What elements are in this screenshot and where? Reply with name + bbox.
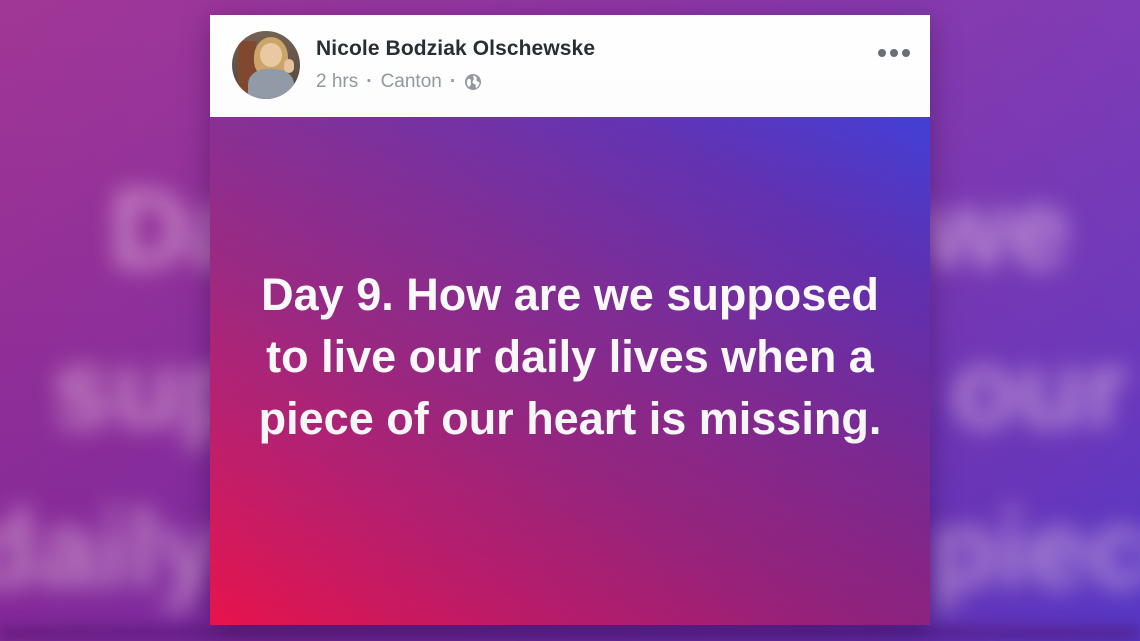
more-options-icon[interactable] [878, 47, 910, 59]
post-meta: 2 hrs · Canton · [316, 71, 482, 93]
screenshot-stage: Day 9. How are we supposed to live our d… [0, 0, 1140, 641]
post-location[interactable]: Canton [381, 71, 442, 93]
post-header: Nicole Bodziak Olschewske 2 hrs · Canton… [210, 15, 930, 117]
meta-separator-2: · [449, 71, 457, 92]
more-dot-2 [890, 49, 898, 57]
meta-separator-1: · [366, 71, 373, 92]
post-message: Day 9. How are we supposed to live our d… [258, 269, 882, 444]
author-avatar[interactable] [232, 31, 300, 99]
author-name[interactable]: Nicole Bodziak Olschewske [316, 37, 595, 61]
avatar-waving-hand [284, 59, 294, 73]
more-dot-1 [878, 49, 886, 57]
globe-icon [464, 73, 482, 91]
avatar-face [260, 43, 282, 67]
bottom-band [0, 625, 1140, 641]
post-timestamp[interactable]: 2 hrs [316, 71, 358, 93]
post-background-gradient: Day 9. How are we supposed to live our d… [210, 117, 930, 625]
facebook-post-card: Nicole Bodziak Olschewske 2 hrs · Canton… [210, 15, 930, 625]
more-dot-3 [902, 49, 910, 57]
avatar-sweatshirt [248, 69, 294, 99]
